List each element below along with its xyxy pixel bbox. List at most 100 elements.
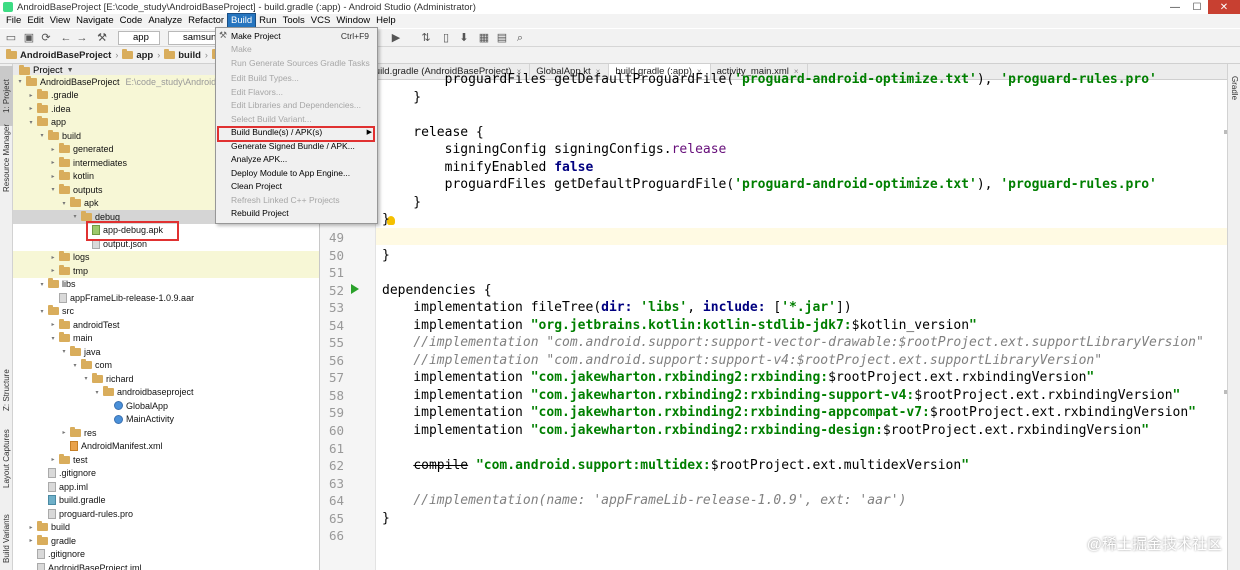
chevron-right-icon[interactable]: ▸ xyxy=(27,537,35,544)
sdk-manager-icon[interactable]: ⬇ xyxy=(458,32,470,44)
sync-icon[interactable]: ⟳ xyxy=(40,32,52,44)
tree-item[interactable]: ▾ src xyxy=(13,305,319,319)
device-file-icon[interactable]: ▤ xyxy=(496,32,508,44)
tree-item[interactable]: ▸ tmp xyxy=(13,264,319,278)
tree-item[interactable]: .gitignore xyxy=(13,467,319,481)
chevron-right-icon[interactable]: ▸ xyxy=(49,173,57,180)
tree-item[interactable]: ▾ libs xyxy=(13,278,319,292)
sync-gradle-icon[interactable]: ⇅ xyxy=(420,32,432,44)
tree-item[interactable]: MainActivity xyxy=(13,413,319,427)
minimize-button[interactable]: — xyxy=(1164,0,1186,14)
chevron-right-icon[interactable]: ▸ xyxy=(27,92,35,99)
tree-item[interactable]: AndroidManifest.xml xyxy=(13,440,319,454)
menu-file[interactable]: File xyxy=(3,14,24,28)
project-structure-icon[interactable]: ▦ xyxy=(478,32,490,44)
tree-item[interactable]: appFrameLib-release-1.0.9.aar xyxy=(13,291,319,305)
folder-icon xyxy=(37,534,48,545)
menu-code[interactable]: Code xyxy=(117,14,146,28)
tree-item[interactable]: ▾ androidbaseproject xyxy=(13,386,319,400)
build-menu-item[interactable]: Deploy Module to App Engine... xyxy=(216,166,377,180)
tree-item[interactable]: .gitignore xyxy=(13,548,319,562)
tree-item[interactable]: ▸ logs xyxy=(13,250,319,264)
tree-item[interactable]: build.gradle xyxy=(13,494,319,508)
chevron-right-icon[interactable]: ▸ xyxy=(49,159,57,166)
forward-icon[interactable]: → xyxy=(76,32,88,44)
build-menu-item[interactable]: Clean Project xyxy=(216,180,377,194)
tab-project[interactable]: 1: Project xyxy=(0,66,13,126)
chevron-down-icon[interactable]: ▾ xyxy=(38,132,46,139)
open-folder-icon[interactable]: ▭ xyxy=(5,32,17,44)
menu-edit[interactable]: Edit xyxy=(24,14,46,28)
back-icon[interactable]: ← xyxy=(60,32,72,44)
build-menu-item[interactable]: Analyze APK... xyxy=(216,153,377,167)
menu-tools[interactable]: Tools xyxy=(280,14,308,28)
chevron-right-icon[interactable]: ▸ xyxy=(49,456,57,463)
chevron-down-icon[interactable]: ▾ xyxy=(71,213,79,220)
tree-item[interactable]: ▸ build xyxy=(13,521,319,535)
menu-navigate[interactable]: Navigate xyxy=(73,14,117,28)
tab-resource-manager[interactable]: Resource Manager xyxy=(0,124,13,192)
search-icon[interactable]: ⌕ xyxy=(514,32,526,44)
chevron-down-icon[interactable]: ▾ xyxy=(93,389,101,396)
tree-item[interactable]: app.iml xyxy=(13,480,319,494)
run-gutter-icon[interactable] xyxy=(351,284,359,294)
chevron-right-icon[interactable]: ▸ xyxy=(27,105,35,112)
chevron-right-icon[interactable]: ▸ xyxy=(49,146,57,153)
tree-item[interactable]: ▾ com xyxy=(13,359,319,373)
chevron-down-icon[interactable]: ▾ xyxy=(27,119,35,126)
run-icon[interactable]: ▶ xyxy=(390,32,402,44)
tree-item[interactable]: ▸ res xyxy=(13,426,319,440)
menu-analyze[interactable]: Analyze xyxy=(145,14,185,28)
tab-build-variants[interactable]: Build Variants xyxy=(0,510,13,568)
menu-refactor[interactable]: Refactor xyxy=(185,14,227,28)
chevron-down-icon[interactable]: ▾ xyxy=(60,348,68,355)
menu-help[interactable]: Help xyxy=(373,14,399,28)
tree-item[interactable]: ▸ androidTest xyxy=(13,318,319,332)
scroll-marker xyxy=(1224,390,1227,394)
tree-item[interactable]: ▸ test xyxy=(13,453,319,467)
chevron-down-icon[interactable]: ▾ xyxy=(49,335,57,342)
chevron-right-icon[interactable]: ▸ xyxy=(60,429,68,436)
chevron-down-icon[interactable]: ▾ xyxy=(82,375,90,382)
save-icon[interactable]: ▣ xyxy=(23,32,35,44)
menu-run[interactable]: Run xyxy=(256,14,279,28)
folder-icon xyxy=(6,49,17,59)
chevron-down-icon[interactable]: ▾ xyxy=(60,200,68,207)
menu-vcs[interactable]: VCS xyxy=(308,14,334,28)
chevron-right-icon[interactable]: ▸ xyxy=(49,254,57,261)
breadcrumb-item[interactable]: app xyxy=(122,49,153,61)
tab-layout-captures[interactable]: Layout Captures xyxy=(0,428,13,490)
maximize-button[interactable]: ☐ xyxy=(1186,0,1208,14)
chevron-right-icon[interactable]: ▸ xyxy=(49,321,57,328)
chevron-right-icon[interactable]: ▸ xyxy=(27,524,35,531)
run-config-select[interactable]: app xyxy=(118,31,160,45)
tree-item[interactable]: ▾ java xyxy=(13,345,319,359)
tree-item[interactable]: ▸ gradle xyxy=(13,534,319,548)
build-menu-item[interactable]: Rebuild Project xyxy=(216,207,377,221)
window-title: AndroidBaseProject [E:\code_study\Androi… xyxy=(17,1,476,13)
chevron-down-icon[interactable]: ▾ xyxy=(16,78,24,85)
breadcrumb-item[interactable]: AndroidBaseProject xyxy=(6,49,111,61)
chevron-right-icon[interactable]: ▸ xyxy=(49,267,57,274)
chevron-down-icon[interactable]: ▾ xyxy=(38,308,46,315)
device-select[interactable]: samsung xyxy=(168,31,216,45)
chevron-down-icon[interactable]: ▾ xyxy=(38,281,46,288)
tree-item[interactable]: proguard-rules.pro xyxy=(13,507,319,521)
menu-view[interactable]: View xyxy=(47,14,73,28)
tree-item[interactable]: ▾ main xyxy=(13,332,319,346)
chevron-down-icon[interactable]: ▾ xyxy=(49,186,57,193)
breadcrumb-item[interactable]: build xyxy=(164,49,201,61)
tab-gradle[interactable]: Gradle xyxy=(1228,68,1240,108)
menu-window[interactable]: Window xyxy=(333,14,373,28)
hammer-icon[interactable]: ⚒ xyxy=(96,32,108,44)
tree-item[interactable]: AndroidBaseProject.iml xyxy=(13,561,319,570)
build-menu-item[interactable]: ⚒ Make Project Ctrl+F9 xyxy=(216,29,377,43)
avd-manager-icon[interactable]: ▯ xyxy=(440,32,452,44)
code-line: minifyEnabled false xyxy=(382,159,594,175)
tree-item[interactable]: ▾ richard xyxy=(13,372,319,386)
tree-item[interactable]: GlobalApp xyxy=(13,399,319,413)
tab-structure[interactable]: Z: Structure xyxy=(0,364,13,416)
file-icon xyxy=(37,562,45,570)
close-button[interactable]: ✕ xyxy=(1208,0,1240,14)
chevron-down-icon[interactable]: ▾ xyxy=(71,362,79,369)
